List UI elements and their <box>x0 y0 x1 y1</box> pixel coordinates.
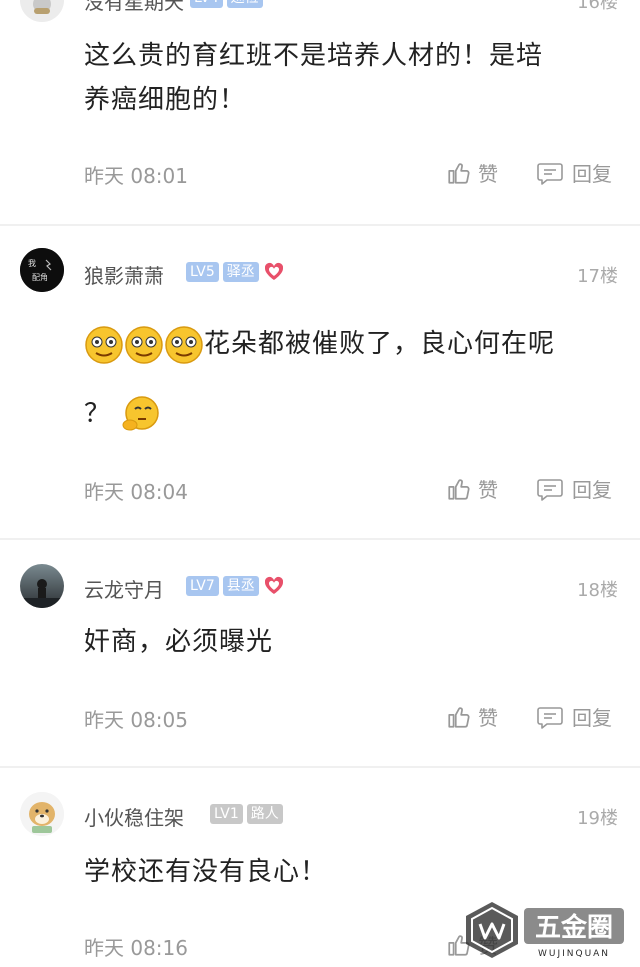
comment-floor-17: 我 配角 狼影萧萧 LV5 驿丞 17楼 花朵都被催败了，良心何在呢 ？ 昨天 … <box>0 226 640 538</box>
thinking-face-emoji-icon <box>122 395 160 430</box>
username[interactable]: 没有星期天 <box>84 0 184 15</box>
user-badges: LV5 驿丞 <box>186 262 285 282</box>
like-label: 赞 <box>478 478 498 502</box>
like-label: 赞 <box>478 162 498 186</box>
user-badges: LV7 县丞 <box>186 576 285 596</box>
reply-label: 回复 <box>572 478 612 502</box>
avatar[interactable] <box>20 792 64 836</box>
username[interactable]: 云龙守月 <box>84 574 164 603</box>
comment-text: 花朵都被催败了，良心何在呢 ？ <box>84 320 600 438</box>
user-badges: LV1 路人 <box>210 804 283 824</box>
level-badge: LV4 <box>190 0 223 8</box>
title-badge: 路人 <box>246 804 283 824</box>
timestamp: 昨天 08:04 <box>84 480 188 504</box>
dizzy-face-emoji-icon <box>85 325 123 364</box>
username[interactable]: 狼影萧萧 <box>84 260 164 289</box>
user-badges: LV4 巡检 <box>190 0 263 8</box>
dizzy-face-emoji-icon <box>125 325 163 364</box>
reply-label: 回复 <box>572 162 612 186</box>
level-badge: LV7 <box>186 576 219 596</box>
watermark-sub: WUJINQUAN <box>538 949 610 959</box>
watermark-logo: 五金圈 WUJINQUAN <box>460 898 630 962</box>
dizzy-face-emoji-icon <box>165 325 203 364</box>
comment-text-line: 养癌细胞的！ <box>84 85 247 115</box>
floor-number: 18楼 <box>577 580 618 601</box>
avatar-image <box>20 792 64 836</box>
reply-label: 回复 <box>572 706 612 730</box>
comment-text-line: 这么贵的育红班不是培养人材的！是培 <box>84 41 544 71</box>
avatar[interactable] <box>20 0 64 22</box>
reply-button[interactable]: 回复 <box>536 702 612 731</box>
avatar[interactable] <box>20 564 64 608</box>
floor-number: 16楼 <box>577 0 618 13</box>
heart-icon <box>264 576 283 594</box>
like-button[interactable]: 赞 <box>446 702 498 731</box>
reply-button[interactable]: 回复 <box>536 158 612 187</box>
avatar[interactable]: 我 配角 <box>20 248 64 292</box>
comment-icon <box>537 706 563 729</box>
thumbs-up-icon <box>448 478 470 500</box>
comment-text-tail: ？ <box>84 399 112 429</box>
timestamp: 昨天 08:01 <box>84 164 188 188</box>
avatar-image <box>20 0 64 22</box>
title-badge: 县丞 <box>222 576 259 596</box>
watermark-brand: 五金圈 <box>535 912 613 943</box>
comment-icon <box>537 478 563 501</box>
comment-text: 这么贵的育红班不是培养人材的！是培 养癌细胞的！ <box>84 34 600 122</box>
avatar-text: 配角 <box>32 272 48 282</box>
reply-button[interactable]: 回复 <box>536 474 612 503</box>
comment-icon <box>537 162 563 185</box>
floor-number: 17楼 <box>577 266 618 287</box>
comment-floor-16: 没有星期天 LV4 巡检 16楼 这么贵的育红班不是培养人材的！是培 养癌细胞的… <box>0 0 640 224</box>
thumbs-up-icon <box>448 706 470 728</box>
comment-text-line: ？ <box>84 390 600 438</box>
comment-text: 学校还有没有良心！ <box>84 857 328 887</box>
title-badge: 驿丞 <box>222 262 259 282</box>
level-badge: LV1 <box>210 804 243 824</box>
like-label: 赞 <box>478 706 498 730</box>
comment-text-main: 花朵都被催败了，良心何在呢 <box>204 329 556 359</box>
comment-text-line: 花朵都被催败了，良心何在呢 <box>84 320 600 368</box>
title-badge: 巡检 <box>226 0 263 8</box>
level-badge: LV5 <box>186 262 219 282</box>
comment-text: 奸商，必须曝光 <box>84 627 274 657</box>
thumbs-up-icon <box>448 162 470 184</box>
username[interactable]: 小伙稳住架 <box>84 802 184 831</box>
wujinquan-logo-icon: 五金圈 WUJINQUAN <box>466 902 624 959</box>
like-button[interactable]: 赞 <box>446 158 498 187</box>
floor-number: 19楼 <box>577 808 618 829</box>
avatar-image <box>20 564 64 608</box>
timestamp: 昨天 08:05 <box>84 708 188 732</box>
avatar-text: 我 <box>28 258 36 268</box>
timestamp: 昨天 08:16 <box>84 936 188 960</box>
comment-floor-18: 云龙守月 LV7 县丞 18楼 奸商，必须曝光 昨天 08:05 赞 回复 <box>0 540 640 766</box>
avatar-image: 我 配角 <box>20 248 64 292</box>
heart-icon <box>264 262 283 280</box>
like-button[interactable]: 赞 <box>446 474 498 503</box>
